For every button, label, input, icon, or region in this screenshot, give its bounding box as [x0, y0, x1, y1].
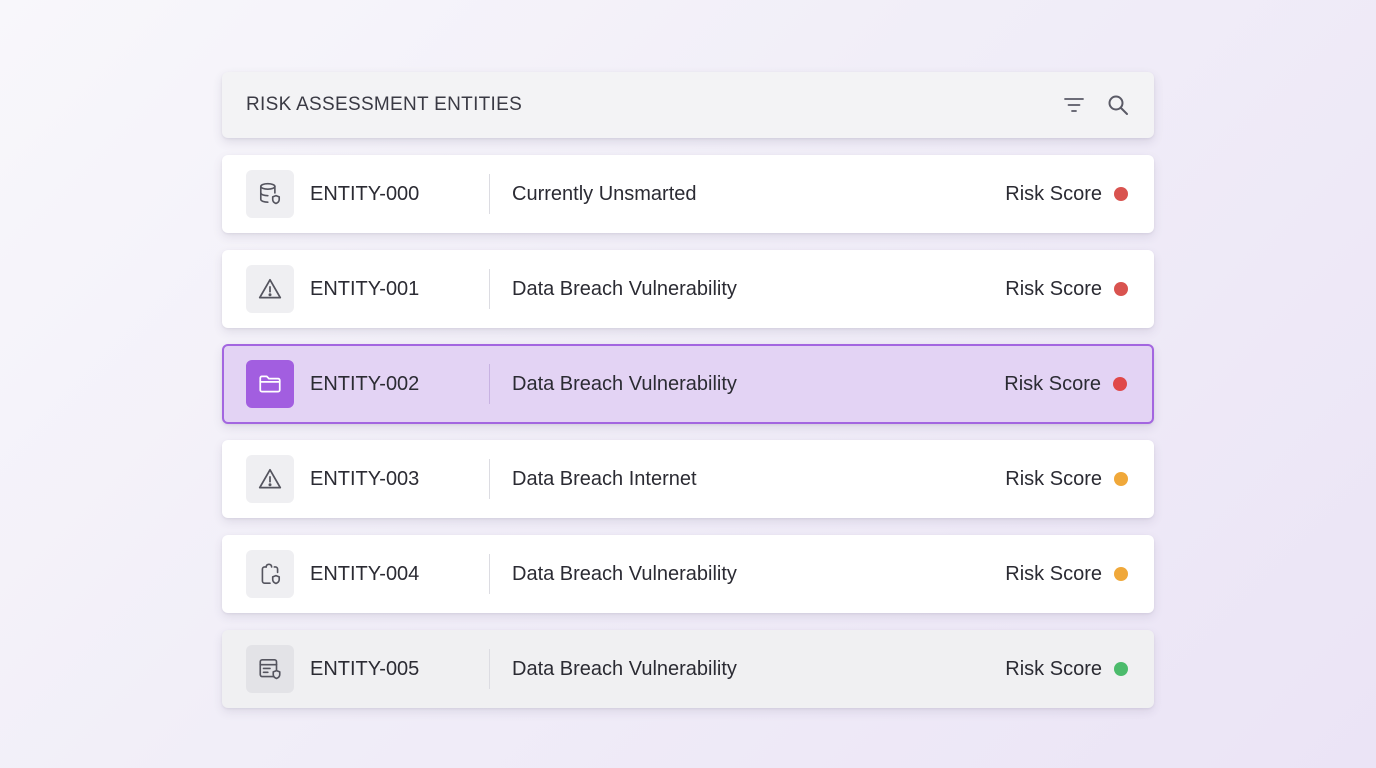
risk-status-dot — [1113, 377, 1127, 391]
entity-description: Data Breach Vulnerability — [512, 562, 737, 585]
row-divider — [489, 554, 490, 594]
risk-status-dot — [1114, 567, 1128, 581]
panel-title: RISK ASSESSMENT ENTITIES — [246, 94, 523, 115]
risk-status-dot — [1114, 472, 1128, 486]
entity-description: Data Breach Vulnerability — [512, 657, 737, 680]
row-divider — [489, 174, 490, 214]
entity-description: Data Breach Vulnerability — [512, 277, 737, 300]
risk-panel: RISK ASSESSMENT ENTITIES ENTITY-000 Curr… — [222, 72, 1154, 725]
entity-row[interactable]: ENTITY-003 Data Breach Internet Risk Sco… — [222, 440, 1154, 518]
row-divider — [489, 649, 490, 689]
entity-description: Currently Unsmarted — [512, 182, 697, 205]
row-divider — [489, 459, 490, 499]
entity-id: ENTITY-003 — [310, 467, 420, 490]
risk-score-label: Risk Score — [1004, 372, 1101, 395]
folder-icon — [246, 360, 294, 408]
entity-description: Data Breach Internet — [512, 467, 697, 490]
database-shield-icon — [246, 170, 294, 218]
risk-status-dot — [1114, 662, 1128, 676]
search-icon[interactable] — [1106, 93, 1130, 117]
entity-description: Data Breach Vulnerability — [512, 372, 737, 395]
risk-status-dot — [1114, 187, 1128, 201]
risk-score-label: Risk Score — [1005, 467, 1102, 490]
server-shield-icon — [246, 645, 294, 693]
entity-row[interactable]: ENTITY-005 Data Breach Vulnerability Ris… — [222, 630, 1154, 708]
entity-row-selected[interactable]: ENTITY-002 Data Breach Vulnerability Ris… — [222, 344, 1154, 424]
risk-score-label: Risk Score — [1005, 182, 1102, 205]
entity-id: ENTITY-000 — [310, 182, 420, 205]
entity-id: ENTITY-005 — [310, 657, 420, 680]
entity-row[interactable]: ENTITY-000 Currently Unsmarted Risk Scor… — [222, 155, 1154, 233]
risk-score-label: Risk Score — [1005, 562, 1102, 585]
warning-icon — [246, 455, 294, 503]
risk-status-dot — [1114, 282, 1128, 296]
entity-list: ENTITY-000 Currently Unsmarted Risk Scor… — [222, 155, 1154, 708]
row-divider — [489, 269, 490, 309]
entity-id: ENTITY-004 — [310, 562, 420, 585]
filter-icon[interactable] — [1062, 93, 1086, 117]
entity-row[interactable]: ENTITY-001 Data Breach Vulnerability Ris… — [222, 250, 1154, 328]
entity-id: ENTITY-001 — [310, 277, 420, 300]
row-divider — [489, 364, 490, 404]
document-shield-icon — [246, 550, 294, 598]
warning-icon — [246, 265, 294, 313]
entity-id: ENTITY-002 — [310, 372, 420, 395]
risk-score-label: Risk Score — [1005, 657, 1102, 680]
risk-score-label: Risk Score — [1005, 277, 1102, 300]
panel-header: RISK ASSESSMENT ENTITIES — [222, 72, 1154, 138]
entity-row[interactable]: ENTITY-004 Data Breach Vulnerability Ris… — [222, 535, 1154, 613]
header-tools — [1062, 93, 1130, 117]
